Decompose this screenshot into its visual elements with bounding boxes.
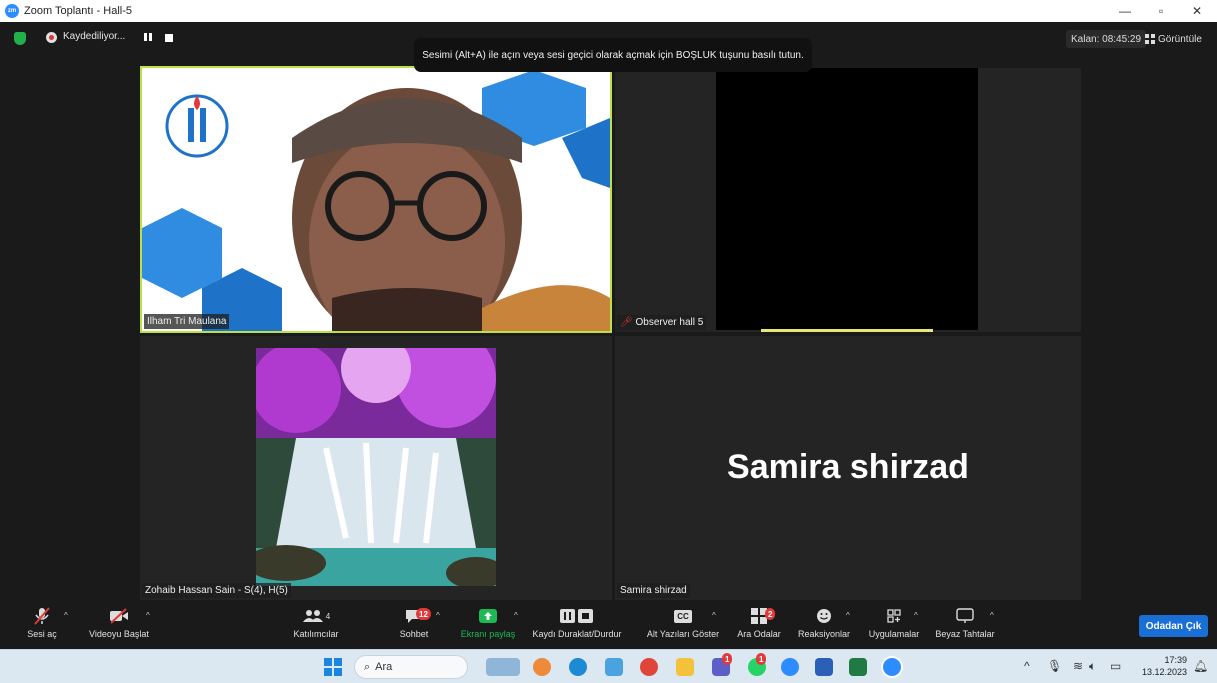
participants-label: Katılımcılar: [293, 629, 339, 639]
clock-date: 13.12.2023: [1141, 667, 1187, 677]
whiteboards-button[interactable]: Beyaz Tahtalar: [930, 603, 1000, 647]
participant-name-zohaib: Zohaib Hassan Sain - S(4), H(5): [142, 583, 291, 598]
apps-options-chevron-icon[interactable]: ^: [914, 611, 918, 620]
leave-meeting-button[interactable]: Odadan Çık: [1139, 615, 1208, 637]
notifications-bell-icon[interactable]: 🔔︎: [1193, 659, 1208, 673]
window-title: Zoom Toplantı - Hall-5: [24, 5, 133, 17]
minimize-button[interactable]: —: [1107, 0, 1143, 22]
zoom-meeting-window: zm Zoom Toplantı - Hall-5 — ▫ ✕ Kaydedil…: [0, 0, 1217, 683]
breakout-rooms-label: Ara Odalar: [737, 629, 781, 639]
apps-icon: [886, 603, 902, 629]
widgets-icon[interactable]: [486, 658, 520, 676]
show-captions-label: Alt Yazıları Göster: [646, 629, 720, 639]
captions-options-chevron-icon[interactable]: ^: [712, 611, 716, 620]
audio-level-bar: [761, 329, 933, 332]
pause-stop-recording-button[interactable]: Kaydı Duraklat/Durdur: [530, 603, 624, 647]
taskbar-clock[interactable]: 17:39 13.12.2023: [1137, 654, 1187, 678]
chat-label: Sohbet: [399, 629, 429, 639]
whiteboards-label: Beyaz Tahtalar: [935, 629, 995, 639]
wifi-icon[interactable]: ≋: [1073, 659, 1083, 673]
unmute-tooltip: Sesimi (Alt+A) ile açın veya sesi geçici…: [414, 38, 812, 72]
whiteboards-options-chevron-icon[interactable]: ^: [990, 611, 994, 620]
microphone-tray-icon[interactable]: 🎙︎: [1047, 659, 1062, 673]
video-tile-samira[interactable]: Samira shirzad Samira shirzad: [615, 336, 1081, 600]
breakout-rooms-button[interactable]: Ara Odalar: [734, 603, 784, 647]
file-explorer-icon[interactable]: [676, 658, 694, 676]
pause-recording-icon[interactable]: [142, 32, 154, 44]
recording-icon: [46, 32, 57, 43]
zoom-logo-icon: zm: [5, 4, 19, 18]
share-screen-icon: [479, 603, 497, 629]
security-shield-icon[interactable]: [14, 32, 26, 45]
ilham-video-feed: [142, 68, 610, 331]
show-captions-button[interactable]: CC Alt Yazıları Göster: [644, 603, 722, 647]
captions-icon: CC: [674, 603, 692, 629]
grid-view-icon: [1145, 34, 1155, 44]
start-video-label: Videoyu Başlat: [89, 629, 149, 639]
mic-muted-icon: [33, 603, 51, 629]
participant-name-samira: Samira shirzad: [617, 583, 690, 598]
teams-badge: 1: [722, 653, 733, 665]
close-button[interactable]: ✕: [1179, 0, 1215, 22]
chat-unread-badge: 12: [416, 608, 431, 620]
muted-mic-icon: 🎤︎: [620, 317, 636, 328]
apps-label: Uygulamalar: [868, 629, 920, 639]
share-options-chevron-icon[interactable]: ^: [514, 611, 518, 620]
search-placeholder: Ara: [375, 661, 393, 673]
reactions-button[interactable]: Reaksiyonlar: [794, 603, 854, 647]
whiteboard-icon: [956, 603, 974, 629]
view-button[interactable]: Görüntüle: [1145, 30, 1202, 48]
participant-name-ilham: Ilham Tri Maulana: [144, 314, 230, 329]
volume-icon[interactable]: 🔈︎: [1089, 659, 1096, 674]
video-tile-observer[interactable]: 🎤︎ Observer hall 5: [615, 68, 1081, 332]
chrome-icon[interactable]: [640, 658, 658, 676]
video-tile-zohaib[interactable]: Zohaib Hassan Sain - S(4), H(5): [140, 336, 612, 600]
excel-icon[interactable]: [849, 658, 867, 676]
observer-video-feed: [716, 68, 978, 330]
pause-stop-recording-label: Kaydı Duraklat/Durdur: [532, 629, 622, 639]
notes-app-icon[interactable]: [605, 658, 623, 676]
windows-start-icon[interactable]: [324, 658, 342, 676]
unmute-label: Sesi aç: [27, 629, 57, 639]
recording-label: Kaydediliyor...: [63, 31, 126, 42]
video-options-chevron-icon[interactable]: ^: [146, 611, 150, 620]
zoom-taskbar-icon[interactable]: [781, 658, 799, 676]
clock-time: 17:39: [1164, 655, 1187, 665]
participants-count: 4: [325, 611, 331, 621]
share-screen-label: Ekranı paylaş: [460, 629, 516, 639]
waterfall-profile-picture: [256, 348, 496, 586]
participant-name-observer: 🎤︎ Observer hall 5: [617, 315, 707, 330]
stop-recording-icon[interactable]: [165, 34, 173, 42]
participants-icon: 4: [302, 603, 330, 629]
apps-button[interactable]: Uygulamalar: [862, 603, 926, 647]
search-icon: ⌕: [364, 660, 371, 673]
unmute-button[interactable]: Sesi aç: [22, 603, 62, 647]
show-hidden-icons-chevron-icon[interactable]: ^: [1024, 659, 1030, 673]
video-off-icon: [109, 603, 129, 629]
audio-options-chevron-icon[interactable]: ^: [64, 611, 68, 620]
copilot-icon[interactable]: [533, 658, 551, 676]
windows-taskbar: ⌕ Ara 1 1 ^ 🎙︎ ≋ 🔈︎ ▭ 17:39 13.12.2023 🔔…: [0, 649, 1217, 683]
share-screen-button[interactable]: Ekranı paylaş: [456, 603, 520, 647]
reactions-smiley-icon: [816, 603, 832, 629]
edge-browser-icon[interactable]: [569, 658, 587, 676]
video-tile-ilham[interactable]: Ilham Tri Maulana: [140, 66, 612, 333]
battery-icon[interactable]: ▭: [1110, 659, 1121, 673]
recording-controls-icon: [560, 603, 594, 629]
view-label: Görüntüle: [1158, 33, 1202, 45]
chat-options-chevron-icon[interactable]: ^: [436, 611, 440, 620]
taskbar-search-box[interactable]: ⌕ Ara: [354, 655, 468, 679]
restore-button[interactable]: ▫: [1143, 0, 1179, 22]
zoom-active-icon[interactable]: [883, 658, 901, 676]
time-remaining: Kalan: 08:45:29: [1066, 30, 1147, 48]
reactions-label: Reaksiyonlar: [797, 629, 851, 639]
window-titlebar: zm Zoom Toplantı - Hall-5 — ▫ ✕: [0, 0, 1217, 22]
participant-display-name: Samira shirzad: [727, 448, 969, 486]
reactions-options-chevron-icon[interactable]: ^: [846, 611, 850, 620]
meeting-toolbar: Sesi aç ^ Videoyu Başlat ^ 4 Katılımcıla…: [0, 603, 1217, 647]
participants-button[interactable]: 4 Katılımcılar: [284, 603, 348, 647]
start-video-button[interactable]: Videoyu Başlat: [84, 603, 154, 647]
word-icon[interactable]: [815, 658, 833, 676]
